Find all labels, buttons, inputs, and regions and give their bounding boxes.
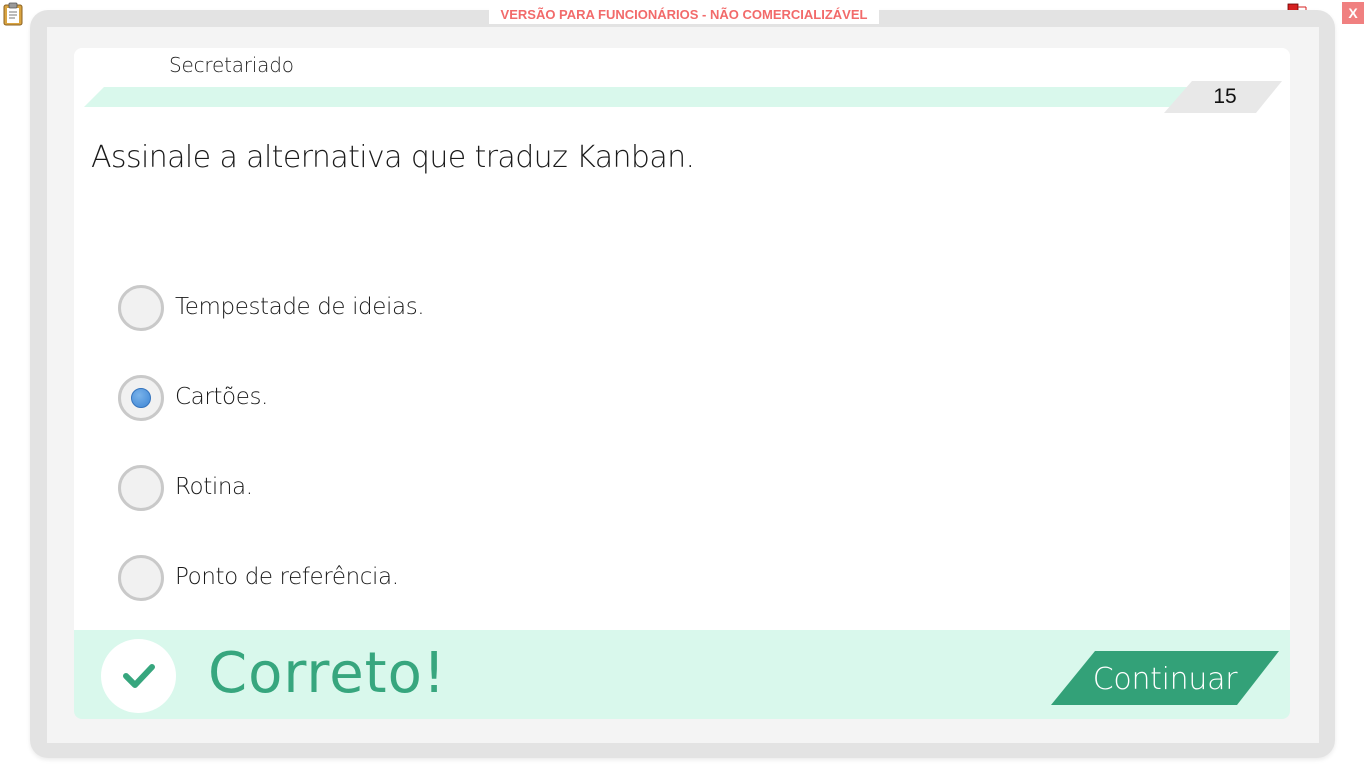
question-text: Assinale a alternativa que traduz Kanban… — [91, 140, 695, 175]
question-number: 15 — [1213, 85, 1237, 108]
question-card — [74, 48, 1290, 630]
close-button[interactable]: X — [1342, 2, 1364, 24]
radio-button[interactable] — [118, 555, 164, 601]
option-1[interactable]: Tempestade de ideias. — [118, 285, 718, 331]
radio-button-selected[interactable] — [118, 375, 164, 421]
subject-label: Secretariado — [169, 53, 294, 77]
feedback-message: Correto! — [208, 641, 447, 706]
subject-bar — [84, 87, 1204, 107]
watermark-banner: VERSÃO PARA FUNCIONÁRIOS - NÃO COMERCIAL… — [489, 6, 879, 24]
option-3[interactable]: Rotina. — [118, 465, 718, 511]
option-label: Cartões. — [175, 384, 268, 410]
option-label: Rotina. — [175, 474, 253, 500]
continue-label: Continuar — [1092, 662, 1238, 697]
radio-button[interactable] — [118, 465, 164, 511]
continue-button[interactable]: Continuar — [1051, 651, 1279, 705]
option-4[interactable]: Ponto de referência. — [118, 555, 718, 601]
radio-button[interactable] — [118, 285, 164, 331]
option-2[interactable]: Cartões. — [118, 375, 718, 421]
selected-dot — [131, 388, 151, 408]
check-icon — [101, 639, 176, 713]
clipboard-icon[interactable] — [2, 2, 24, 26]
option-label: Ponto de referência. — [175, 564, 399, 590]
option-label: Tempestade de ideias. — [175, 294, 425, 320]
